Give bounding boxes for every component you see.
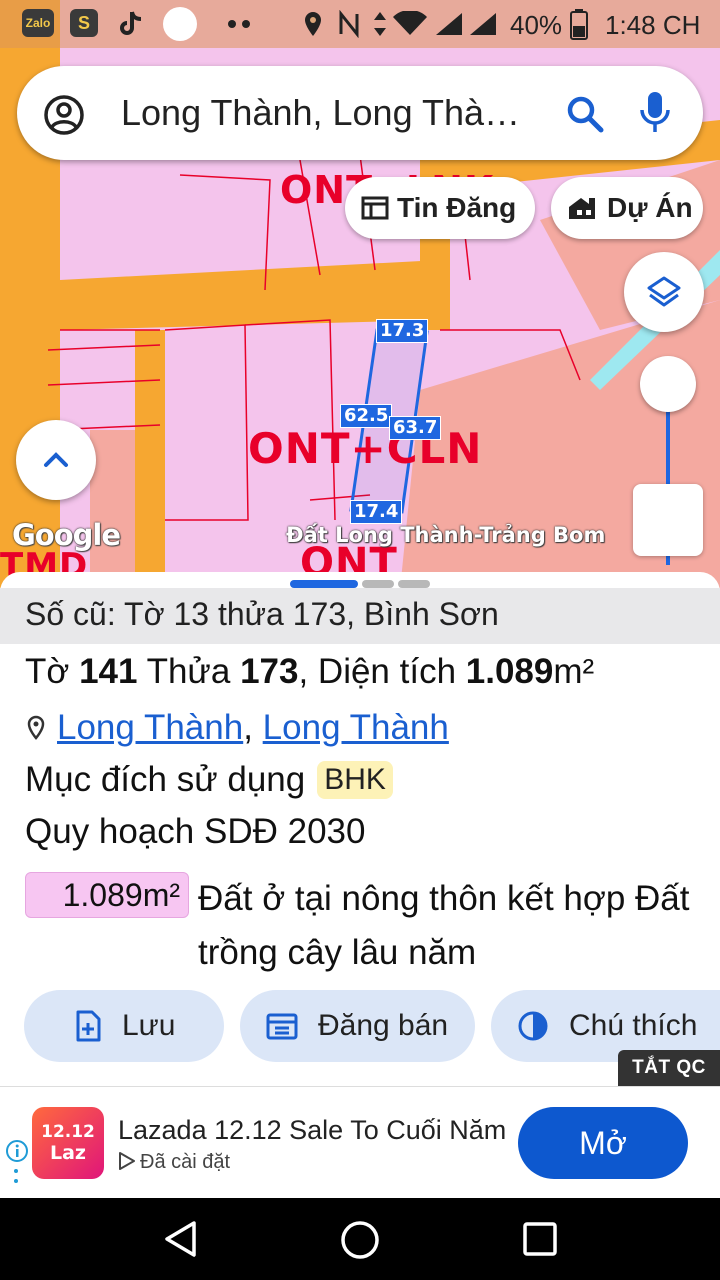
contrast-icon xyxy=(518,1011,548,1041)
ad-subtitle: Đã cài đặt xyxy=(118,1151,230,1174)
signal-icon-1 xyxy=(436,13,462,35)
old-parcel-info: Số cũ: Tờ 13 thửa 173, Bình Sơn xyxy=(0,588,720,644)
navigation-bar xyxy=(0,1198,720,1280)
location-pin-icon xyxy=(27,715,45,740)
parcel-location: Long Thành, Long Thành xyxy=(25,708,449,748)
dimension-left: 62.5 xyxy=(340,404,393,428)
listing-icon xyxy=(361,196,389,220)
area-unit: m² xyxy=(553,652,595,691)
wifi-icon xyxy=(393,11,427,35)
signal-icon-2 xyxy=(470,13,496,35)
clock: 1:48 CH xyxy=(605,10,701,40)
du-an-chip[interactable]: Dự Án xyxy=(551,177,703,239)
dien-tich-label: , Diện tích xyxy=(298,652,457,691)
layers-icon xyxy=(647,276,681,307)
planning-label: Quy hoạch SDĐ 2030 xyxy=(25,812,366,851)
notification-dot-icon xyxy=(163,7,197,41)
status-bar: Zalo S 40% 1:48 CH xyxy=(0,0,720,48)
planning-area-chip: 1.089m² xyxy=(25,872,189,918)
zalo-icon: Zalo xyxy=(22,9,54,37)
map-tile-toggle[interactable] xyxy=(633,484,703,556)
tin-dang-label: Tin Đăng xyxy=(397,192,517,223)
tin-dang-chip[interactable]: Tin Đăng xyxy=(345,177,535,239)
thua-label: Thửa xyxy=(146,652,231,691)
land-use-purpose: Mục đích sử dụng BHK xyxy=(25,760,393,800)
recent-apps-icon[interactable] xyxy=(522,1221,558,1257)
open-app-button[interactable]: Mở xyxy=(518,1107,688,1179)
purpose-label: Mục đích sử dụng xyxy=(25,760,306,799)
data-transfer-icon xyxy=(374,12,386,36)
dimension-top: 17.3 xyxy=(376,319,429,343)
add-file-icon xyxy=(76,1010,101,1042)
sheet-handle-3[interactable] xyxy=(398,580,430,588)
location-link-district[interactable]: Long Thành xyxy=(57,708,243,747)
du-an-label: Dự Án xyxy=(607,192,693,223)
sheet-handle-2[interactable] xyxy=(362,580,394,588)
ad-dot xyxy=(14,1169,18,1173)
battery-percent: 40% xyxy=(510,10,563,40)
to-label: Tờ xyxy=(25,652,70,691)
post-sale-label: Đăng bán xyxy=(318,1009,449,1042)
microphone-icon[interactable] xyxy=(639,90,671,136)
purpose-code-badge: BHK xyxy=(317,761,393,799)
search-icon[interactable] xyxy=(565,94,605,134)
save-label: Lưu xyxy=(122,1009,176,1042)
sheet-handle-active[interactable] xyxy=(290,580,358,588)
dimension-right: 63.7 xyxy=(389,416,442,440)
ad-title: Lazada 12.12 Sale To Cuối Năm xyxy=(118,1115,507,1145)
legend-label: Chú thích xyxy=(569,1009,698,1042)
thua-value: 173 xyxy=(240,652,299,691)
home-icon[interactable] xyxy=(340,1220,380,1260)
ad-dot-2 xyxy=(14,1179,18,1183)
tiktok-icon xyxy=(120,11,142,35)
back-icon[interactable] xyxy=(162,1220,198,1258)
chevron-up-icon xyxy=(44,452,68,467)
search-bar[interactable]: Long Thành, Long Thà… xyxy=(17,66,703,160)
nfc-icon xyxy=(339,10,359,38)
search-input[interactable]: Long Thành, Long Thà… xyxy=(121,92,551,134)
post-listing-icon xyxy=(266,1013,298,1040)
location-link-ward[interactable]: Long Thành xyxy=(263,708,449,747)
post-sale-button[interactable]: Đăng bán xyxy=(240,990,475,1062)
parcel-info-sheet: Số cũ: Tờ 13 thửa 173, Bình Sơn Tờ 141 T… xyxy=(0,572,720,1090)
more-notifications-icon xyxy=(228,20,236,28)
ad-info-icon[interactable] xyxy=(5,1139,29,1163)
area-value: 1.089 xyxy=(465,652,554,691)
battery-icon xyxy=(570,9,588,40)
expand-up-button[interactable] xyxy=(16,420,96,500)
more-notifications-icon-2 xyxy=(242,20,250,28)
lazada-logo: 12.12 Laz xyxy=(32,1107,104,1179)
close-ad-button[interactable]: TẮT QC xyxy=(618,1050,720,1086)
google-logo: Google xyxy=(12,518,121,552)
map-caption: Đất Long Thành-Trảng Bom xyxy=(286,523,606,547)
parcel-summary: Tờ 141 Thửa 173, Diện tích 1.089m² xyxy=(25,652,594,692)
map-layers-button[interactable] xyxy=(624,252,704,332)
ad-banner[interactable]: 12.12 Laz Lazada 12.12 Sale To Cuối Năm … xyxy=(0,1086,720,1198)
save-button[interactable]: Lưu xyxy=(24,990,224,1062)
lazada-logo-bottom: Laz xyxy=(50,1142,86,1164)
building-icon xyxy=(569,198,595,219)
location-separator: , xyxy=(243,708,253,747)
zone-label-main: ONT+CLN xyxy=(248,424,483,473)
location-icon xyxy=(305,12,321,36)
dimension-bottom: 17.4 xyxy=(350,500,403,524)
account-icon[interactable] xyxy=(43,94,85,136)
shopee-icon: S xyxy=(70,9,98,37)
ad-subtitle-text: Đã cài đặt xyxy=(140,1151,231,1173)
to-value: 141 xyxy=(79,652,138,691)
planning-description: Đất ở tại nông thôn kết hợp Đất trồng câ… xyxy=(198,879,690,972)
play-store-icon xyxy=(119,1152,135,1170)
opacity-slider-thumb[interactable] xyxy=(640,356,696,412)
lazada-logo-top: 12.12 xyxy=(41,1122,95,1142)
